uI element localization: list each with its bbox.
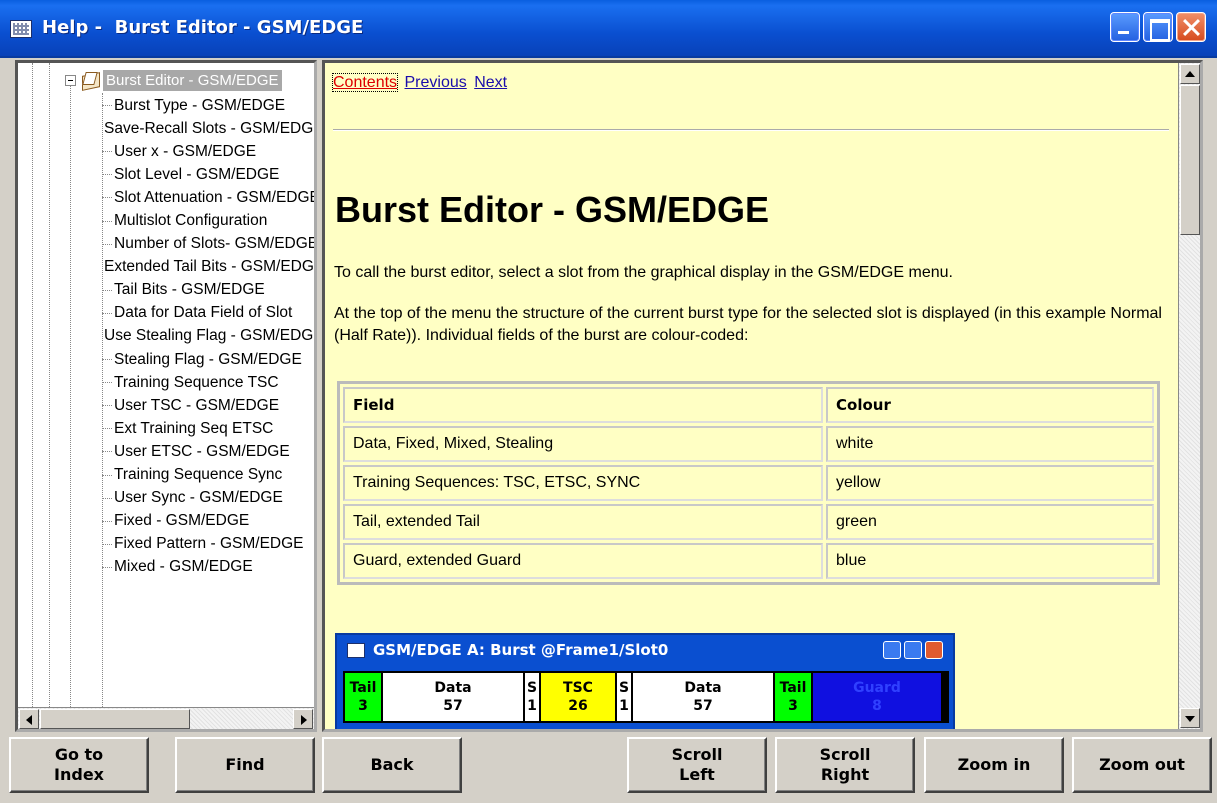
- burst-field: Guard 8: [813, 673, 941, 721]
- tree-item[interactable]: Save-Recall Slots - GSM/EDGE: [102, 117, 314, 140]
- burst-editor-screenshot: GSM/EDGE A: Burst @Frame1/Slot0 Tail 3 Da…: [335, 633, 955, 729]
- burst-field-row: Tail 3 Data 57 S1 TSC 26 S1 Data 57 Tail 3 Gu…: [343, 671, 949, 723]
- scroll-down-arrow-icon[interactable]: [1180, 708, 1200, 728]
- window-title-bar[interactable]: Help - Burst Editor - GSM/EDGE: [0, 0, 1217, 58]
- table-header-row: Field Colour: [343, 387, 1154, 423]
- back-button[interactable]: Back: [322, 737, 462, 793]
- table-row: Data, Fixed, Mixed, Stealing white: [343, 426, 1154, 462]
- tree-root-label[interactable]: Burst Editor - GSM/EDGE: [103, 69, 282, 91]
- tree-item-list: Burst Type - GSM/EDGE Save-Recall Slots …: [102, 94, 314, 579]
- previous-link[interactable]: Previous: [405, 74, 467, 91]
- table-cell: Guard, extended Guard: [343, 543, 823, 579]
- help-tree-panel[interactable]: Burst Editor - GSM/EDGE Burst Type - GSM…: [15, 60, 317, 732]
- tree-item[interactable]: Tail Bits - GSM/EDGE: [102, 279, 314, 302]
- help-content-panel[interactable]: Contents Previous Next Burst Editor - GS…: [322, 60, 1203, 732]
- minimize-button[interactable]: [1110, 12, 1140, 42]
- burst-window-title: GSM/EDGE A: Burst @Frame1/Slot0: [373, 641, 669, 659]
- table-cell: green: [826, 504, 1154, 540]
- scroll-left-button[interactable]: Scroll Left: [627, 737, 767, 793]
- scroll-right-button[interactable]: Scroll Right: [775, 737, 915, 793]
- burst-field: Tail 3: [345, 673, 381, 721]
- table-row: Guard, extended Guard blue: [343, 543, 1154, 579]
- tree-item[interactable]: User TSC - GSM/EDGE: [102, 394, 314, 417]
- tree-item[interactable]: Multislot Configuration: [102, 209, 314, 232]
- tree-item[interactable]: Mixed - GSM/EDGE: [102, 556, 314, 579]
- tree-item[interactable]: Training Sequence Sync: [102, 464, 314, 487]
- tree-item[interactable]: Data for Data Field of Slot: [102, 302, 314, 325]
- tree-item[interactable]: User ETSC - GSM/EDGE: [102, 440, 314, 463]
- tree-item[interactable]: Stealing Flag - GSM/EDGE: [102, 348, 314, 371]
- burst-field: Tail 3: [775, 673, 811, 721]
- help-window-icon: [10, 20, 32, 38]
- help-nav-links: Contents Previous Next: [331, 73, 510, 92]
- tree-item[interactable]: Slot Level - GSM/EDGE: [102, 163, 314, 186]
- table-cell: Tail, extended Tail: [343, 504, 823, 540]
- open-book-icon: [80, 71, 102, 89]
- tree-item[interactable]: Number of Slots- GSM/EDGE: [102, 233, 314, 256]
- field-colour-table: Field Colour Data, Fixed, Mixed, Stealin…: [337, 381, 1160, 585]
- tree-item[interactable]: Burst Type - GSM/EDGE: [102, 94, 314, 117]
- tree-item[interactable]: Use Stealing Flag - GSM/EDGE: [102, 325, 314, 348]
- table-cell: yellow: [826, 465, 1154, 501]
- tree-horizontal-scrollbar[interactable]: [18, 707, 314, 729]
- next-link[interactable]: Next: [474, 74, 507, 91]
- tree-root-node[interactable]: Burst Editor - GSM/EDGE: [65, 67, 282, 93]
- scrollbar-thumb[interactable]: [40, 709, 190, 729]
- tree-item[interactable]: Ext Training Seq ETSC: [102, 417, 314, 440]
- go-to-index-button[interactable]: Go to Index: [9, 737, 149, 793]
- intro-paragraph: To call the burst editor, select a slot …: [334, 264, 953, 281]
- table-cell: blue: [826, 543, 1154, 579]
- contents-link[interactable]: Contents: [331, 73, 399, 92]
- close-button[interactable]: [1176, 12, 1206, 42]
- tree-item[interactable]: Fixed Pattern - GSM/EDGE: [102, 533, 314, 556]
- tree-item[interactable]: User x - GSM/EDGE: [102, 140, 314, 163]
- zoom-out-button[interactable]: Zoom out: [1072, 737, 1212, 793]
- table-row: Tail, extended Tail green: [343, 504, 1154, 540]
- tree-guide-line: [70, 85, 71, 707]
- collapse-icon[interactable]: [65, 74, 76, 86]
- tree-item[interactable]: Training Sequence TSC: [102, 371, 314, 394]
- scroll-left-arrow-icon[interactable]: [19, 709, 39, 729]
- tree-guide-line: [32, 63, 33, 707]
- table-cell: Training Sequences: TSC, ETSC, SYNC: [343, 465, 823, 501]
- window-title: Help - Burst Editor - GSM/EDGE: [42, 17, 364, 38]
- tree-item[interactable]: Extended Tail Bits - GSM/EDGE: [102, 256, 314, 279]
- scroll-right-arrow-icon[interactable]: [293, 709, 313, 729]
- table-header: Colour: [826, 387, 1154, 423]
- burst-field: TSC 26: [541, 673, 615, 721]
- description-paragraph: At the top of the menu the structure of …: [334, 305, 1162, 344]
- page-title: Burst Editor - GSM/EDGE: [335, 189, 770, 230]
- burst-field: Data 57: [633, 673, 773, 721]
- burst-field: S1: [525, 673, 539, 721]
- table-header: Field: [343, 387, 823, 423]
- zoom-in-button[interactable]: Zoom in: [924, 737, 1064, 793]
- table-cell: white: [826, 426, 1154, 462]
- close-icon: [925, 641, 943, 659]
- tree-item[interactable]: Fixed - GSM/EDGE: [102, 510, 314, 533]
- window-icon: [347, 643, 365, 658]
- tree-item[interactable]: Slot Attenuation - GSM/EDGE: [102, 186, 314, 209]
- content-vertical-scrollbar[interactable]: [1178, 63, 1200, 729]
- divider: [333, 129, 1169, 131]
- find-button[interactable]: Find: [175, 737, 315, 793]
- maximize-icon: [904, 641, 922, 659]
- maximize-button[interactable]: [1143, 12, 1173, 42]
- burst-field: S1: [617, 673, 631, 721]
- burst-field: Data 57: [383, 673, 523, 721]
- scroll-up-arrow-icon[interactable]: [1180, 64, 1200, 84]
- scrollbar-thumb[interactable]: [1180, 85, 1200, 235]
- minimize-icon: [883, 641, 901, 659]
- table-cell: Data, Fixed, Mixed, Stealing: [343, 426, 823, 462]
- tree-item[interactable]: User Sync - GSM/EDGE: [102, 487, 314, 510]
- tree-guide-line: [49, 63, 50, 707]
- table-row: Training Sequences: TSC, ETSC, SYNC yell…: [343, 465, 1154, 501]
